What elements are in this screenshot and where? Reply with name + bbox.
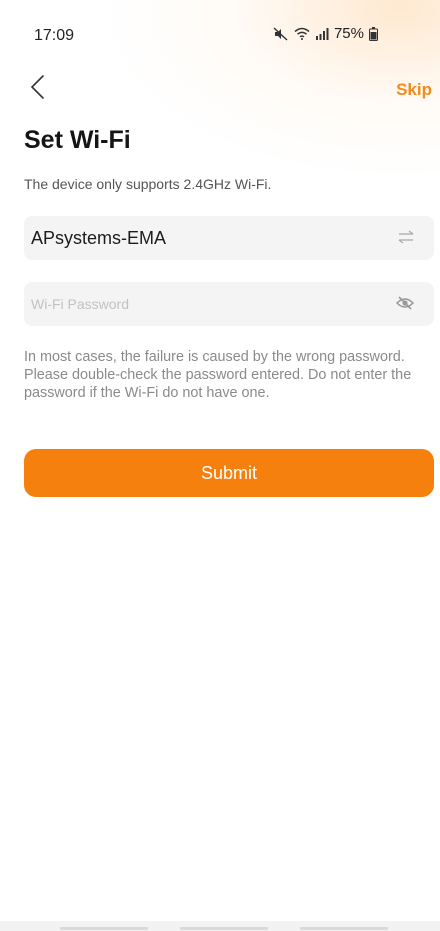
- wifi-name-field[interactable]: APsystems-EMA: [24, 216, 434, 260]
- nav-home-key[interactable]: [180, 927, 268, 930]
- status-bar: 17:09 75%: [0, 0, 440, 70]
- mute-icon: [273, 26, 289, 41]
- signal-icon: [315, 27, 329, 40]
- skip-button[interactable]: Skip: [396, 80, 432, 100]
- password-hint: In most cases, the failure is caused by …: [24, 349, 412, 401]
- wifi-name-value: APsystems-EMA: [31, 227, 167, 248]
- wifi-password-field[interactable]: [24, 282, 434, 326]
- status-indicators: 75%: [273, 25, 378, 42]
- subtitle: The device only supports 2.4GHz Wi-Fi.: [24, 176, 272, 192]
- nav-recent-key[interactable]: [60, 927, 148, 930]
- eye-off-icon[interactable]: [395, 295, 415, 316]
- battery-icon: [369, 26, 378, 41]
- wifi-password-input[interactable]: [31, 282, 361, 326]
- submit-button[interactable]: Submit: [24, 449, 434, 497]
- status-time: 17:09: [34, 27, 75, 44]
- nav-back-key[interactable]: [300, 927, 388, 930]
- chevron-left-icon: [29, 74, 45, 105]
- wifi-setup-screen: 17:09 75% Skip Set Wi-Fi The device only…: [0, 0, 440, 931]
- wifi-icon: [294, 27, 310, 40]
- switch-arrows-icon[interactable]: [398, 230, 414, 249]
- battery-percent: 75%: [333, 25, 364, 42]
- back-button[interactable]: [22, 74, 52, 104]
- page-title: Set Wi-Fi: [24, 126, 131, 154]
